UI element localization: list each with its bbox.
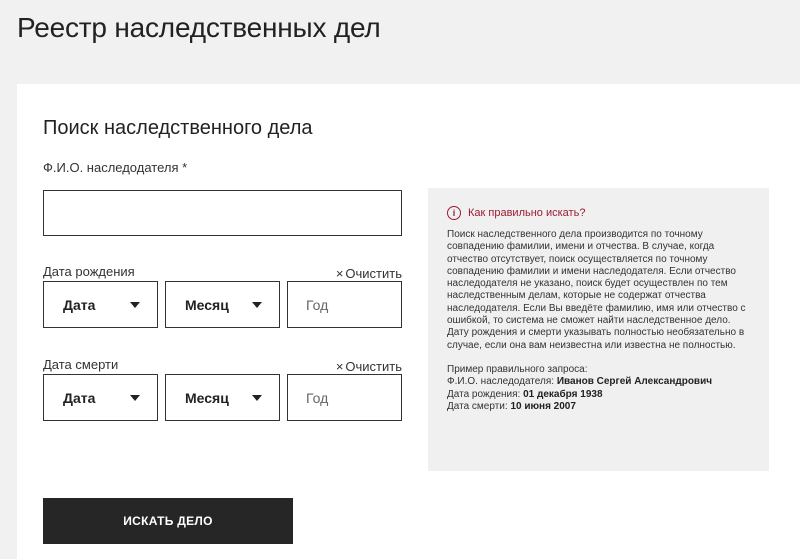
chevron-down-icon	[130, 394, 140, 401]
death-date-label: Дата смерти	[43, 357, 119, 372]
example-intro: Пример правильного запроса:	[447, 363, 588, 375]
fio-label: Ф.И.О. наследодателя *	[43, 160, 188, 175]
example-block: Пример правильного запроса: Ф.И.О. насле…	[447, 364, 749, 413]
example-fio-label: Ф.И.О. наследодателя:	[447, 376, 557, 388]
clear-birth-label: Очистить	[345, 266, 402, 281]
birth-year-input[interactable]: Год	[287, 281, 402, 328]
example-birth-label: Дата рождения:	[447, 388, 524, 400]
clear-death-label: Очистить	[345, 359, 402, 374]
example-fio: Иванов Сергей Александрович	[556, 376, 713, 388]
chevron-down-icon	[252, 394, 262, 401]
chevron-down-icon	[130, 301, 140, 308]
birth-day-value: Дата	[63, 296, 96, 313]
info-icon: i	[447, 206, 461, 220]
birth-date-label: Дата рождения	[43, 264, 135, 279]
example-fio-line: Ф.И.О. наследодателя: Иванов Сергей Алек…	[447, 376, 749, 388]
birth-day-select[interactable]: Дата	[43, 281, 158, 328]
form-title: Поиск наследственного дела	[43, 117, 313, 139]
clear-birth-button[interactable]: × Очистить	[336, 266, 402, 281]
example-birth: 01 декабря 1938	[523, 388, 603, 400]
death-day-value: Дата	[63, 389, 96, 406]
example-death-label: Дата смерти:	[447, 400, 511, 412]
example-birth-line: Дата рождения: 01 декабря 1938	[447, 389, 749, 401]
help-panel: i Как правильно искать? Поиск наследстве…	[428, 188, 769, 471]
clear-death-button[interactable]: × Очистить	[336, 359, 402, 374]
example-death-line: Дата смерти: 10 июня 2007	[447, 401, 749, 413]
example-death: 10 июня 2007	[510, 400, 576, 412]
search-card: Поиск наследственного дела Ф.И.О. наслед…	[17, 84, 800, 559]
page-title: Реестр наследственных дел	[17, 12, 381, 43]
close-icon: ×	[335, 266, 344, 281]
death-month-value: Месяц	[185, 389, 229, 406]
search-button[interactable]: ИСКАТЬ ДЕЛО	[43, 498, 293, 544]
help-text: Поиск наследственного дела производится …	[447, 229, 746, 351]
death-year-input[interactable]: Год	[287, 374, 402, 421]
birth-year-placeholder: Год	[306, 296, 329, 313]
birth-month-value: Месяц	[185, 296, 229, 313]
close-icon: ×	[335, 359, 344, 374]
chevron-down-icon	[252, 301, 262, 308]
help-title[interactable]: Как правильно искать?	[468, 207, 585, 219]
birth-month-select[interactable]: Месяц	[165, 281, 280, 328]
death-year-placeholder: Год	[306, 389, 329, 406]
death-day-select[interactable]: Дата	[43, 374, 158, 421]
death-month-select[interactable]: Месяц	[165, 374, 280, 421]
fio-input[interactable]	[43, 190, 402, 236]
